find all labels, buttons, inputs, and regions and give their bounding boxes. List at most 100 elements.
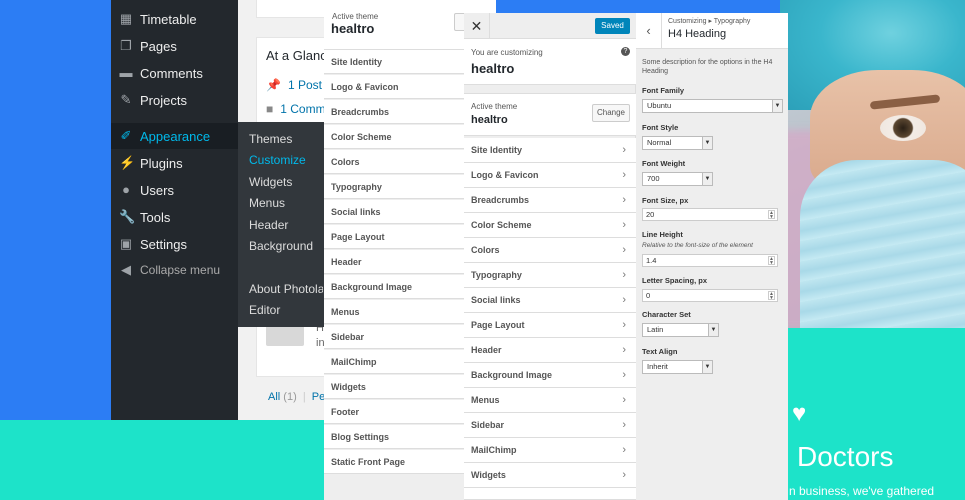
menu-item-pages[interactable]: ❐ Pages [111,33,238,59]
font-family-select[interactable]: Ubuntu ▼ [642,99,783,113]
back-arrow-icon[interactable]: ‹ [636,13,662,49]
section-typography[interactable]: Typography › [464,263,636,288]
filter-all-count: (1) [283,391,297,403]
chevron-right-icon: › [622,244,626,256]
text-align-value: Inherit [647,362,668,371]
comments-filter[interactable]: All (1) | Per [268,391,329,403]
font-style-select[interactable]: Normal ▼ [642,136,713,150]
font-style-label: Font Style [642,123,679,132]
charset-label: Character Set [642,310,691,319]
change-theme-button[interactable]: Change [592,104,630,122]
brush-icon: ✐ [120,128,132,143]
stepper-icon[interactable]: ▲ ▼ [768,210,775,220]
font-family-value: Ubuntu [647,101,672,110]
admin-sidebar: ▦ Timetable ❐ Pages ▬ Comments ✎ Projects ✐ A… [111,0,238,420]
theme-name: healtro [471,114,508,126]
breadcrumb: Customizing ▸ Typography [668,18,751,25]
section-site-identity[interactable]: Site Identity › [464,138,636,163]
submenu-themes[interactable]: Themes [249,132,292,146]
menu-label: Settings [140,236,187,252]
font-size-input[interactable]: 20 ▲ ▼ [642,208,778,221]
close-icon[interactable]: ✕ [464,13,490,39]
panel-description: Some description for the options in the … [642,59,773,75]
chevron-right-icon: › [622,444,626,456]
font-weight-label: Font Weight [642,159,686,168]
heart-icon: ♥ [792,400,807,427]
menu-label: Plugins [140,155,183,171]
menu-item-settings[interactable]: ▣ Settings [111,231,238,257]
charset-select[interactable]: Latin ▼ [642,323,719,337]
menu-label: Projects [140,92,187,108]
section-widgets[interactable]: Widgets › [464,463,636,488]
menu-label: Comments [140,65,203,81]
typography-panel: ‹ Customizing ▸ Typography H4 Heading So… [636,13,788,500]
pages-icon: ❐ [120,38,132,53]
chevron-right-icon: › [622,394,626,406]
line-height-input[interactable]: 1.4 ▲ ▼ [642,254,778,267]
active-theme-section: Active theme healtro Change [464,93,636,136]
text-align-select[interactable]: Inherit ▼ [642,360,713,374]
submenu-editor[interactable]: Editor [249,303,280,317]
menu-item-projects[interactable]: ✎ Projects [111,87,238,113]
glance-posts[interactable]: 📌 1 Post [266,78,322,92]
font-family-label: Font Family [642,86,685,95]
font-weight-select[interactable]: 700 ▼ [642,172,713,186]
menu-label: Timetable [140,11,197,27]
letter-spacing-label: Letter Spacing, px [642,276,708,285]
font-style-value: Normal [647,138,672,147]
menu-item-plugins[interactable]: ⚡ Plugins [111,150,238,176]
section-breadcrumbs[interactable]: Breadcrumbs › [464,188,636,213]
submenu-header[interactable]: Header [249,218,288,232]
section-menus[interactable]: Menus › [464,388,636,413]
menu-item-comments[interactable]: ▬ Comments [111,60,238,86]
section-label: Typography [471,270,522,280]
menu-item-appearance[interactable]: ✐ Appearance [111,123,238,149]
theme-name: healtro [331,21,375,36]
submenu-widgets[interactable]: Widgets [249,175,292,189]
charset-value: Latin [647,325,664,334]
chevron-right-icon: › [622,469,626,481]
customizing-label: You are customizing [471,48,543,57]
letter-spacing-input[interactable]: 0 ▲ ▼ [642,289,778,302]
section-header[interactable]: Header › [464,338,636,363]
section-sidebar[interactable]: Sidebar › [464,413,636,438]
submenu-menus[interactable]: Menus [249,196,285,210]
submenu-about-theme[interactable]: About Photolab [249,282,323,296]
glance-comments[interactable]: ■ 1 Comm [266,102,326,116]
section-background-image[interactable]: Background Image › [464,363,636,388]
submenu-customize[interactable]: Customize [249,153,306,167]
section-mailchimp[interactable]: MailChimp › [464,438,636,463]
stepper-icon[interactable]: ▲ ▼ [768,256,775,266]
eye [880,115,926,141]
line-height-hint: Relative to the font-size of the element [642,242,753,249]
chevron-right-icon: › [622,369,626,381]
customizer-panel-front: ✕ Saved You are customizing healtro ? Ac… [464,13,636,500]
section-label: Background Image [471,370,553,380]
collapse-menu-button[interactable]: ◀ Collapse menu [111,257,238,283]
pin-icon: ✎ [120,92,132,107]
section-more[interactable] [464,488,636,500]
hero-heading: Doctors [797,441,894,472]
submenu-background[interactable]: Background [249,239,313,253]
stepper-icon[interactable]: ▲ ▼ [768,291,775,301]
menu-item-users[interactable]: ● Users [111,177,238,203]
section-color-scheme[interactable]: Color Scheme › [464,213,636,238]
section-label: Site Identity [471,145,523,155]
font-size-value: 20 [646,210,655,219]
section-page-layout[interactable]: Page Layout › [464,313,636,338]
collapse-label: Collapse menu [140,263,221,277]
plug-icon: ⚡ [119,155,136,170]
help-icon[interactable]: ? [621,47,630,56]
section-colors[interactable]: Colors › [464,238,636,263]
section-logo-favicon[interactable]: Logo & Favicon › [464,163,636,188]
site-name: healtro [471,61,515,76]
chevron-right-icon: › [622,144,626,156]
section-social-links[interactable]: Social links › [464,288,636,313]
menu-item-tools[interactable]: 🔧 Tools [111,204,238,230]
menu-label: Tools [140,209,171,225]
chevron-right-icon: › [622,269,626,281]
glance-posts-label: 1 Post [287,78,322,92]
saved-button[interactable]: Saved [595,18,630,34]
menu-item-timetable[interactable]: ▦ Timetable [111,6,238,32]
glance-comments-label: 1 Comm [280,102,326,116]
